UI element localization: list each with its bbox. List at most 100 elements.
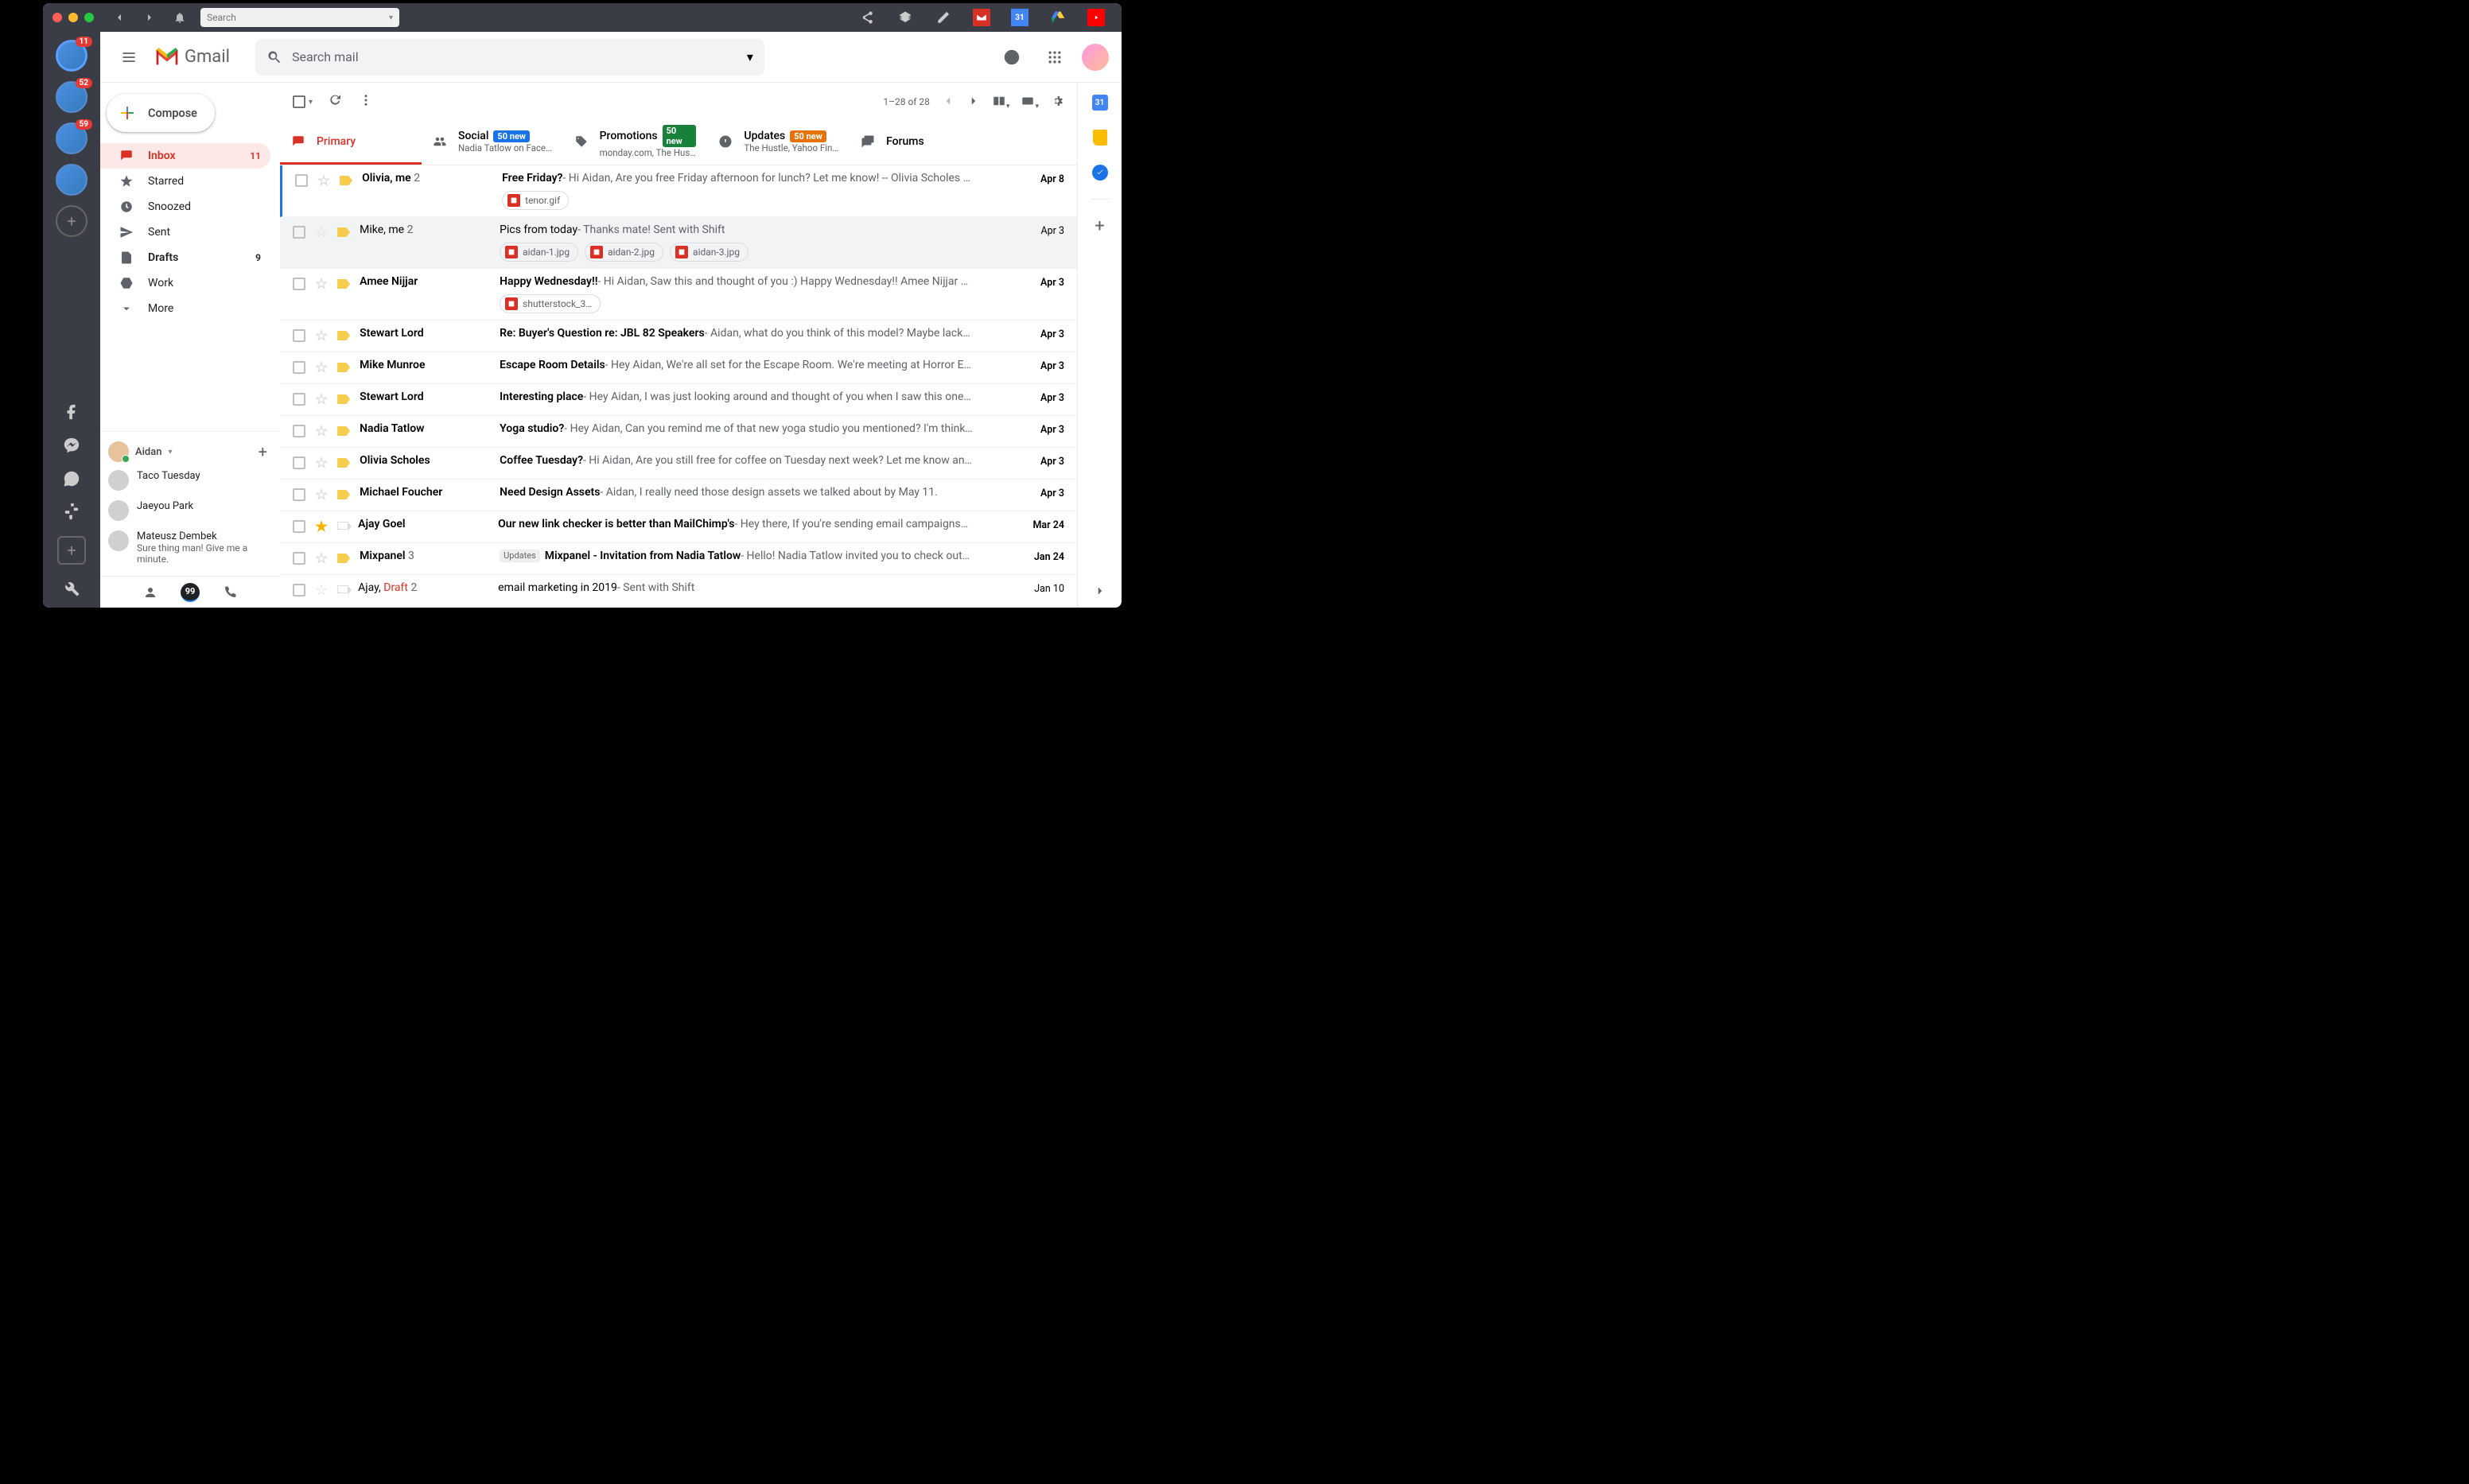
star-icon[interactable]: ☆ [315,582,328,599]
email-checkbox[interactable] [293,393,305,406]
email-checkbox[interactable] [293,552,305,565]
hangouts-contact[interactable]: Taco Tuesday [100,465,280,495]
settings-button[interactable] [1050,94,1064,111]
side-panel-collapse[interactable] [1091,582,1109,600]
side-tasks-icon[interactable] [1091,164,1109,181]
slack-icon[interactable] [62,503,81,522]
importance-marker[interactable] [337,394,350,404]
edit-button[interactable] [924,3,962,32]
shift-search[interactable]: ▾ [200,8,399,27]
side-add-button[interactable]: + [1091,217,1109,235]
importance-marker[interactable] [337,227,350,237]
split-pane-button[interactable]: ▾ [992,94,1010,111]
email-checkbox[interactable] [293,488,305,501]
gmail-app-icon[interactable] [962,3,1001,32]
nav-work[interactable]: Work [100,270,270,296]
close-window-button[interactable] [52,13,62,22]
email-row[interactable]: ☆ Mike Munroe Escape Room Details - Hey … [280,352,1077,384]
input-tools-button[interactable]: ▾ [1021,94,1039,111]
hangouts-phone-tab[interactable] [219,581,241,604]
nav-more[interactable]: More [100,296,270,321]
email-row[interactable]: ☆ Stewart Lord Interesting place - Hey A… [280,384,1077,416]
account-1[interactable]: 11 [56,40,87,72]
hangouts-contact[interactable]: Jaeyou Park [100,495,280,526]
notifications-button[interactable] [167,6,192,29]
minimize-window-button[interactable] [68,13,78,22]
drive-app-icon[interactable] [1039,3,1077,32]
search-options-icon[interactable]: ▾ [747,49,753,64]
nav-drafts[interactable]: Drafts9 [100,245,270,270]
select-dropdown[interactable]: ▾ [309,98,313,107]
email-row[interactable]: ☆ Mixpanel 3 UpdatesMixpanel - Invitatio… [280,543,1077,575]
whatsapp-icon[interactable] [62,469,81,488]
maximize-window-button[interactable] [84,13,94,22]
account-3[interactable]: 59 [56,122,87,154]
email-checkbox[interactable] [293,425,305,437]
tab-updates[interactable]: Updates50 newThe Hustle, Yahoo Fin… [707,121,850,165]
email-list[interactable]: ☆ Olivia, me 2 Free Friday? - Hi Aidan, … [280,165,1077,608]
back-button[interactable] [107,6,132,29]
nav-inbox[interactable]: Inbox11 [100,143,270,169]
email-row[interactable]: ☆ Mike, me 2 Pics from today - Thanks ma… [280,217,1077,269]
email-checkbox[interactable] [293,456,305,469]
email-checkbox[interactable] [293,226,305,239]
hangouts-conversations-tab[interactable]: 99 [181,583,200,602]
nav-snoozed[interactable]: Snoozed [100,194,270,219]
email-checkbox[interactable] [293,278,305,290]
email-row[interactable]: ★ Ajay Goel Our new link checker is bett… [280,511,1077,543]
nav-starred[interactable]: Starred [100,169,270,194]
email-row[interactable]: ☆ Stewart Lord Re: Buyer's Question re: … [280,320,1077,352]
tab-social[interactable]: Social50 newNadia Tatlow on Face… [422,121,563,165]
select-all-checkbox[interactable] [293,95,305,108]
email-row[interactable]: ☆ Amee Nijjar Happy Wednesday!! - Hi Aid… [280,269,1077,320]
email-checkbox[interactable] [293,520,305,533]
email-row[interactable]: ☆ Michael Foucher Need Design Assets - A… [280,480,1077,511]
prev-page-button[interactable] [941,94,955,111]
star-icon[interactable]: ☆ [315,328,328,344]
star-icon[interactable]: ☆ [315,276,328,293]
tab-promotions[interactable]: Promotions50 newmonday.com, The Hus… [563,121,707,165]
star-icon[interactable]: ☆ [315,391,328,408]
user-avatar[interactable] [1082,44,1109,71]
main-menu-button[interactable] [113,41,145,73]
importance-marker[interactable] [337,363,350,372]
side-keep-icon[interactable] [1091,129,1109,146]
email-row[interactable]: ☆ Nadia Tatlow Yoga studio? - Hey Aidan,… [280,416,1077,448]
star-icon[interactable]: ☆ [315,487,328,503]
tab-primary[interactable]: Primary [280,121,422,165]
attachment-chip[interactable]: aidan-2.jpg [585,243,663,262]
add-app-button[interactable]: + [57,536,86,565]
account-4[interactable] [56,164,87,196]
star-icon[interactable]: ☆ [315,224,328,241]
importance-marker[interactable] [337,554,350,563]
gmail-search[interactable]: Search mail ▾ [255,39,764,76]
star-icon[interactable]: ☆ [315,455,328,472]
email-row[interactable]: ☆ Olivia, me 2 Free Friday? - Hi Aidan, … [280,165,1077,217]
share-button[interactable] [848,3,886,32]
settings-wrench-icon[interactable] [62,579,81,598]
star-icon[interactable]: ☆ [315,423,328,440]
importance-marker[interactable] [337,585,348,593]
calendar-app-icon[interactable]: 31 [1001,3,1039,32]
importance-marker[interactable] [337,458,350,468]
layers-button[interactable] [886,3,924,32]
youtube-app-icon[interactable] [1077,3,1115,32]
refresh-button[interactable] [329,93,343,111]
next-page-button[interactable] [966,94,981,111]
support-button[interactable] [996,41,1028,73]
star-icon[interactable]: ☆ [317,173,330,189]
email-checkbox[interactable] [293,329,305,342]
forward-button[interactable] [137,6,162,29]
add-account-button[interactable]: + [56,205,87,237]
hangouts-new-conversation[interactable]: + [259,442,272,461]
importance-marker[interactable] [337,426,350,436]
email-checkbox[interactable] [293,361,305,374]
shift-search-input[interactable] [207,12,389,23]
star-icon[interactable]: ☆ [315,359,328,376]
star-icon[interactable]: ☆ [315,550,328,567]
more-actions-button[interactable] [359,93,373,111]
side-calendar-icon[interactable]: 31 [1091,94,1109,111]
search-dropdown-icon[interactable]: ▾ [389,14,393,22]
google-apps-button[interactable] [1039,41,1071,73]
hangouts-contact[interactable]: Mateusz DembekSure thing man! Give me a … [100,526,280,569]
